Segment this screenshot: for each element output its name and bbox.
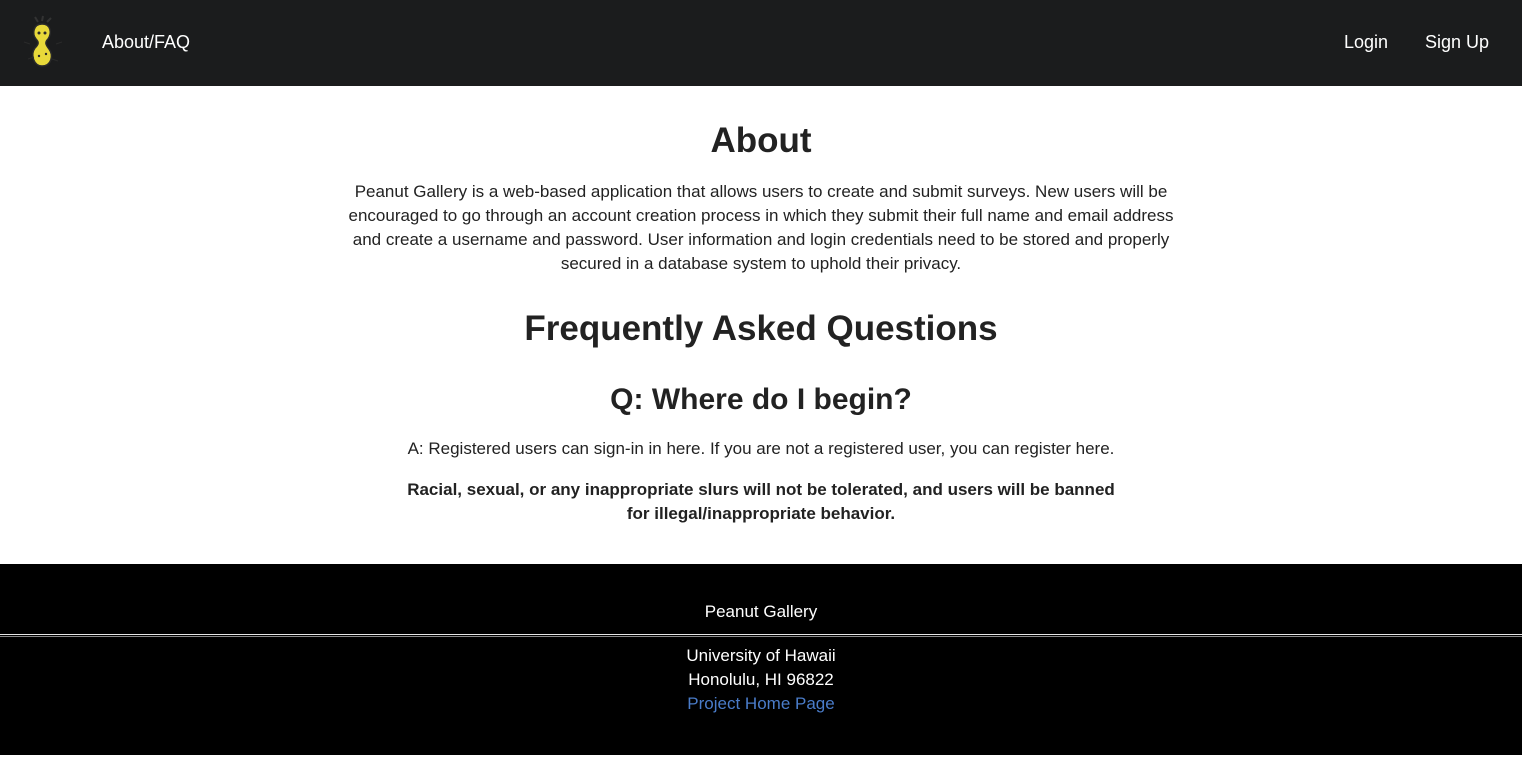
nav-login-link[interactable]: Login	[1344, 30, 1388, 54]
project-home-page-link[interactable]: Project Home Page	[0, 692, 1522, 716]
about-description: Peanut Gallery is a web-based applicatio…	[348, 182, 1174, 273]
faq-answer: A: Registered users can sign-in in here.…	[407, 439, 1115, 458]
nav-signup-link[interactable]: Sign Up	[1425, 30, 1489, 54]
main-content: About Peanut Gallery is a web-based appl…	[0, 86, 1522, 564]
about-heading: About	[710, 121, 812, 160]
page-bottom-strip	[0, 755, 1522, 770]
faq-question: Q: Where do I begin?	[610, 383, 912, 416]
footer-divider	[0, 634, 1522, 637]
top-navbar: About/FAQ Login Sign Up	[0, 0, 1522, 86]
page-footer: Peanut Gallery University of Hawaii Hono…	[0, 564, 1522, 755]
faq-heading: Frequently Asked Questions	[524, 309, 998, 348]
conduct-warning: Racial, sexual, or any inappropriate slu…	[407, 480, 1115, 523]
nav-about-faq-link[interactable]: About/FAQ	[102, 30, 190, 54]
footer-address: Honolulu, HI 96822	[688, 670, 834, 689]
peanut-logo-icon[interactable]	[18, 14, 68, 72]
footer-university: University of Hawaii	[686, 646, 836, 665]
footer-title: Peanut Gallery	[704, 602, 818, 621]
